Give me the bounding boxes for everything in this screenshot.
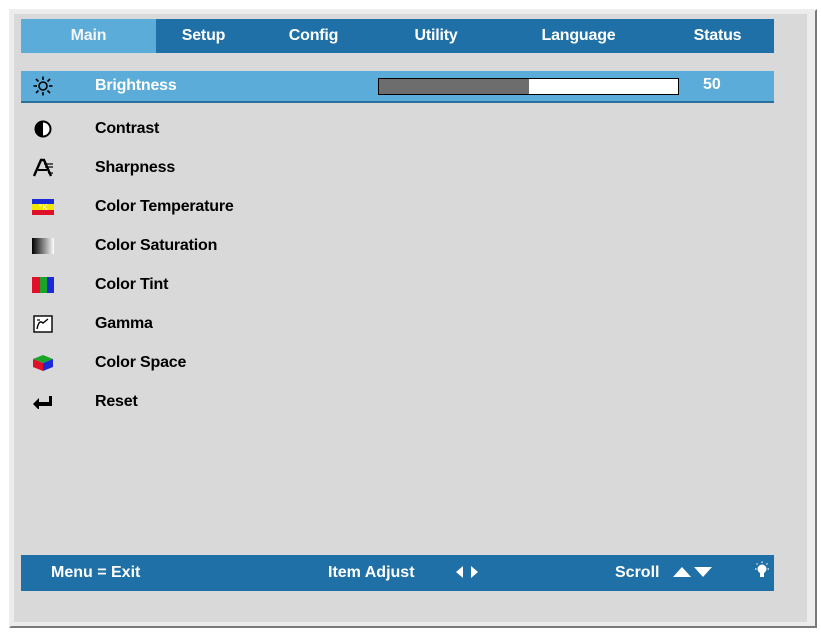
up-down-arrows-icon <box>673 567 712 577</box>
menu-item-color-temperature[interactable]: °K Color Temperature <box>21 187 774 226</box>
menu-item-color-saturation[interactable]: Color Saturation <box>21 226 774 265</box>
contrast-icon <box>29 118 57 140</box>
color-temperature-icon: °K <box>29 196 57 218</box>
color-space-icon <box>29 352 57 374</box>
color-saturation-icon <box>29 235 57 257</box>
brightness-slider-fill <box>379 79 529 94</box>
lightbulb-icon <box>755 561 769 577</box>
menu-item-gamma[interactable]: Gamma <box>21 304 774 343</box>
tab-config[interactable]: Config <box>251 19 376 53</box>
tab-setup[interactable]: Setup <box>156 19 251 53</box>
sharpness-icon <box>29 157 57 179</box>
left-right-arrows-icon <box>456 566 478 578</box>
menu-item-reset[interactable]: Reset <box>21 382 774 421</box>
menu-item-color-space[interactable]: Color Space <box>21 343 774 382</box>
menu-item-sharpness[interactable]: Sharpness <box>21 148 774 187</box>
brightness-value: 50 <box>703 76 721 93</box>
reset-icon <box>29 391 57 413</box>
menu-item-color-tint[interactable]: Color Tint <box>21 265 774 304</box>
scroll-hint: Scroll <box>615 564 660 581</box>
menu-exit-hint: Menu = Exit <box>51 564 141 581</box>
menu-item-label: Gamma <box>95 314 153 332</box>
color-tint-icon <box>29 274 57 296</box>
footer-bar: Menu = Exit Item Adjust Scroll <box>21 555 774 591</box>
main-menu-list: Brightness 50 Contrast Sharpness °K Colo… <box>21 71 774 421</box>
tab-language[interactable]: Language <box>496 19 661 53</box>
menu-item-brightness[interactable]: Brightness 50 <box>21 71 774 103</box>
menu-item-label: Contrast <box>95 119 160 137</box>
gamma-icon <box>29 313 57 335</box>
menu-item-label: Color Space <box>95 353 187 371</box>
svg-text:°K: °K <box>38 203 48 212</box>
tab-bar: Main Setup Config Utility Language Statu… <box>21 19 774 53</box>
sun-icon <box>29 75 57 97</box>
brightness-slider[interactable] <box>378 78 679 95</box>
menu-item-label: Brightness <box>95 77 177 94</box>
menu-item-contrast[interactable]: Contrast <box>21 109 774 148</box>
item-adjust-hint: Item Adjust <box>328 564 415 581</box>
menu-item-label: Color Tint <box>95 275 169 293</box>
tab-main[interactable]: Main <box>21 19 156 53</box>
menu-item-label: Color Saturation <box>95 236 218 254</box>
menu-item-label: Color Temperature <box>95 197 234 215</box>
menu-item-label: Reset <box>95 392 138 410</box>
tab-utility[interactable]: Utility <box>376 19 496 53</box>
menu-item-label: Sharpness <box>95 158 176 176</box>
tab-status[interactable]: Status <box>661 19 774 53</box>
